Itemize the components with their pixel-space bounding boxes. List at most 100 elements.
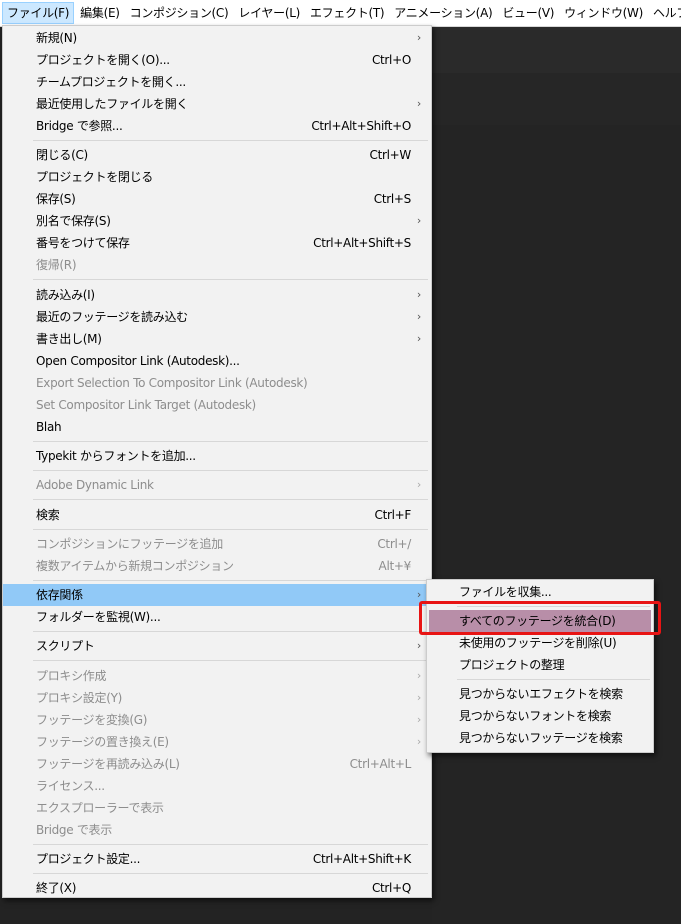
menu-item[interactable]: 見つからないエフェクトを検索 bbox=[427, 683, 653, 705]
menu-separator bbox=[33, 469, 428, 471]
menu-item-label: 依存関係 bbox=[36, 588, 83, 603]
menu-item-label: 閉じる(C) bbox=[36, 148, 88, 163]
menu-item-shortcut: Ctrl+Alt+L bbox=[349, 756, 412, 771]
menu-item: コンポジションにフッテージを追加 Ctrl+/ bbox=[3, 533, 431, 555]
menu-item[interactable]: プロジェクトを閉じる bbox=[3, 166, 431, 188]
menu-separator bbox=[33, 873, 428, 874]
menu-item[interactable]: 終了(X) Ctrl+Q bbox=[3, 877, 431, 899]
menu-item-label: Open Compositor Link (Autodesk)... bbox=[36, 353, 240, 368]
menu-item: フッテージを再読み込み(L) Ctrl+Alt+L bbox=[3, 753, 431, 775]
app-panel-header bbox=[432, 73, 681, 125]
menu-item-label: フッテージを変換(G) bbox=[36, 712, 148, 727]
menu-item[interactable]: 最近使用したファイルを開く › bbox=[3, 93, 431, 115]
menu-item[interactable]: 保存(S) Ctrl+S bbox=[3, 188, 431, 210]
menu-item-shortcut: Ctrl+S bbox=[373, 192, 412, 207]
menu-item-label: 複数アイテムから新規コンポジション bbox=[36, 558, 234, 573]
menu-item: プロキシ作成 › bbox=[3, 665, 431, 687]
menu-item-shortcut: Ctrl+F bbox=[374, 507, 411, 522]
menu-item[interactable]: 検索 Ctrl+F bbox=[3, 504, 431, 526]
menu-item-label: 復帰(R) bbox=[36, 258, 77, 273]
menu-item-label: 読み込み(I) bbox=[36, 287, 95, 302]
menu-item-label: Bridge で参照... bbox=[36, 119, 123, 133]
menu-item[interactable]: プロジェクトを開く(O)... Ctrl+O bbox=[3, 49, 431, 71]
menu-item[interactable]: 書き出し(M) › bbox=[3, 328, 431, 350]
menubar-item[interactable]: エフェクト(T) bbox=[306, 2, 388, 24]
menu-item-label: Export Selection To Compositor Link (Aut… bbox=[36, 375, 308, 390]
menubar-item[interactable]: ファイル(F) bbox=[2, 2, 75, 24]
menu-item[interactable]: 読み込み(I) › bbox=[3, 284, 431, 306]
menu-item-label: エクスプローラーで表示 bbox=[36, 800, 164, 815]
menu-item[interactable]: プロジェクト設定... Ctrl+Alt+Shift+K bbox=[3, 848, 431, 870]
menu-separator bbox=[33, 843, 428, 845]
menu-item[interactable]: 見つからないフォントを検索 bbox=[427, 705, 653, 727]
menu-separator bbox=[33, 440, 428, 442]
menu-separator bbox=[33, 279, 428, 281]
menu-item[interactable]: Open Compositor Link (Autodesk)... bbox=[3, 350, 431, 372]
menu-item-label: ライセンス... bbox=[36, 778, 105, 793]
menu-item[interactable]: Bridge で参照... Ctrl+Alt+Shift+O bbox=[3, 115, 431, 137]
chevron-right-icon: › bbox=[416, 734, 421, 748]
chevron-right-icon: › bbox=[416, 639, 421, 653]
chevron-right-icon: › bbox=[416, 478, 421, 492]
file-menu: 新規(N) › プロジェクトを開く(O)... Ctrl+O チームプロジェクトを開く.… bbox=[2, 25, 432, 898]
menu-item[interactable]: 未使用のフッテージを削除(U) bbox=[427, 632, 653, 654]
app-toolbar bbox=[432, 27, 681, 73]
chevron-right-icon: › bbox=[416, 712, 421, 726]
menu-item[interactable]: スクリプト › bbox=[3, 635, 431, 657]
menu-item-label: Set Compositor Link Target (Autodesk) bbox=[36, 397, 256, 412]
menu-item: フッテージの置き換え(E) › bbox=[3, 731, 431, 753]
menu-item[interactable]: プロジェクトの整理 bbox=[427, 654, 653, 676]
menu-item-label: プロキシ設定(Y) bbox=[36, 690, 122, 705]
menubar-item[interactable]: 編集(E) bbox=[76, 2, 123, 24]
menubar-item[interactable]: ヘルプ(H) bbox=[649, 2, 681, 24]
chevron-right-icon: › bbox=[416, 31, 421, 44]
menubar-item[interactable]: ビュー(V) bbox=[498, 2, 558, 24]
menu-bar: ファイル(F) 編集(E) コンポジション(C) レイヤー(L) エフェクト(T) アニメ… bbox=[0, 0, 681, 27]
menu-item[interactable]: 番号をつけて保存 Ctrl+Alt+Shift+S bbox=[3, 232, 431, 254]
menu-item-shortcut: Ctrl+Alt+Shift+K bbox=[312, 852, 411, 866]
menu-item-label: 新規(N) bbox=[36, 31, 77, 45]
menubar-item[interactable]: レイヤー(L) bbox=[234, 2, 304, 24]
menu-item-label: コンポジションにフッテージを追加 bbox=[36, 536, 223, 551]
menu-item: Export Selection To Compositor Link (Aut… bbox=[3, 372, 431, 394]
menu-item: 複数アイテムから新規コンポジション Alt+¥ bbox=[3, 555, 431, 577]
menu-item-label: 最近使用したファイルを開く bbox=[36, 97, 189, 111]
menu-separator bbox=[33, 660, 428, 662]
menu-item[interactable]: ファイルを収集... bbox=[427, 581, 653, 603]
menu-item-label: プロジェクトを開く(O)... bbox=[36, 53, 170, 67]
menubar-item[interactable]: アニメーション(A) bbox=[390, 2, 496, 24]
chevron-right-icon: › bbox=[416, 309, 421, 323]
menu-item-label: Blah bbox=[36, 419, 62, 434]
menu-separator bbox=[33, 499, 428, 501]
menubar-item[interactable]: ウィンドウ(W) bbox=[560, 2, 647, 24]
menu-item[interactable]: 依存関係 › bbox=[3, 584, 431, 607]
menu-item-label: チームプロジェクトを開く... bbox=[36, 75, 186, 89]
menu-item-shortcut: Ctrl+Alt+Shift+S bbox=[313, 236, 411, 251]
menu-item[interactable]: 別名で保存(S) › bbox=[3, 210, 431, 232]
menu-item-label: Bridge で表示 bbox=[36, 822, 112, 837]
menu-item[interactable]: チームプロジェクトを開く... bbox=[3, 71, 431, 93]
menu-item-label: ファイルを収集... bbox=[459, 585, 552, 599]
menu-item[interactable]: Typekit からフォントを追加... bbox=[3, 445, 431, 467]
menu-item-shortcut: Ctrl+Q bbox=[371, 881, 411, 896]
menu-item[interactable]: 見つからないフッテージを検索 bbox=[427, 727, 653, 749]
menu-item[interactable]: Blah bbox=[3, 416, 431, 438]
menu-item-label: Adobe Dynamic Link bbox=[36, 478, 154, 493]
chevron-right-icon: › bbox=[416, 668, 421, 682]
menu-item-label: 別名で保存(S) bbox=[36, 214, 111, 229]
menu-item[interactable]: フォルダーを監視(W)... bbox=[3, 606, 431, 628]
menu-item-label: スクリプト bbox=[36, 639, 95, 654]
chevron-right-icon: › bbox=[416, 690, 421, 704]
menu-item[interactable]: 新規(N) › bbox=[3, 27, 431, 49]
menu-separator bbox=[457, 679, 650, 680]
menu-item[interactable]: 最近のフッテージを読み込む › bbox=[3, 306, 431, 328]
menu-item: エクスプローラーで表示 bbox=[3, 797, 431, 819]
chevron-right-icon: › bbox=[416, 97, 421, 110]
chevron-right-icon: › bbox=[416, 214, 421, 228]
menu-item: プロキシ設定(Y) › bbox=[3, 687, 431, 709]
menu-item-label: 検索 bbox=[36, 507, 60, 522]
menubar-item[interactable]: コンポジション(C) bbox=[126, 2, 233, 24]
menu-item[interactable]: 閉じる(C) Ctrl+W bbox=[3, 144, 431, 166]
menu-item-label: 見つからないフッテージを検索 bbox=[459, 731, 623, 745]
menu-item-label: フォルダーを監視(W)... bbox=[36, 610, 161, 625]
